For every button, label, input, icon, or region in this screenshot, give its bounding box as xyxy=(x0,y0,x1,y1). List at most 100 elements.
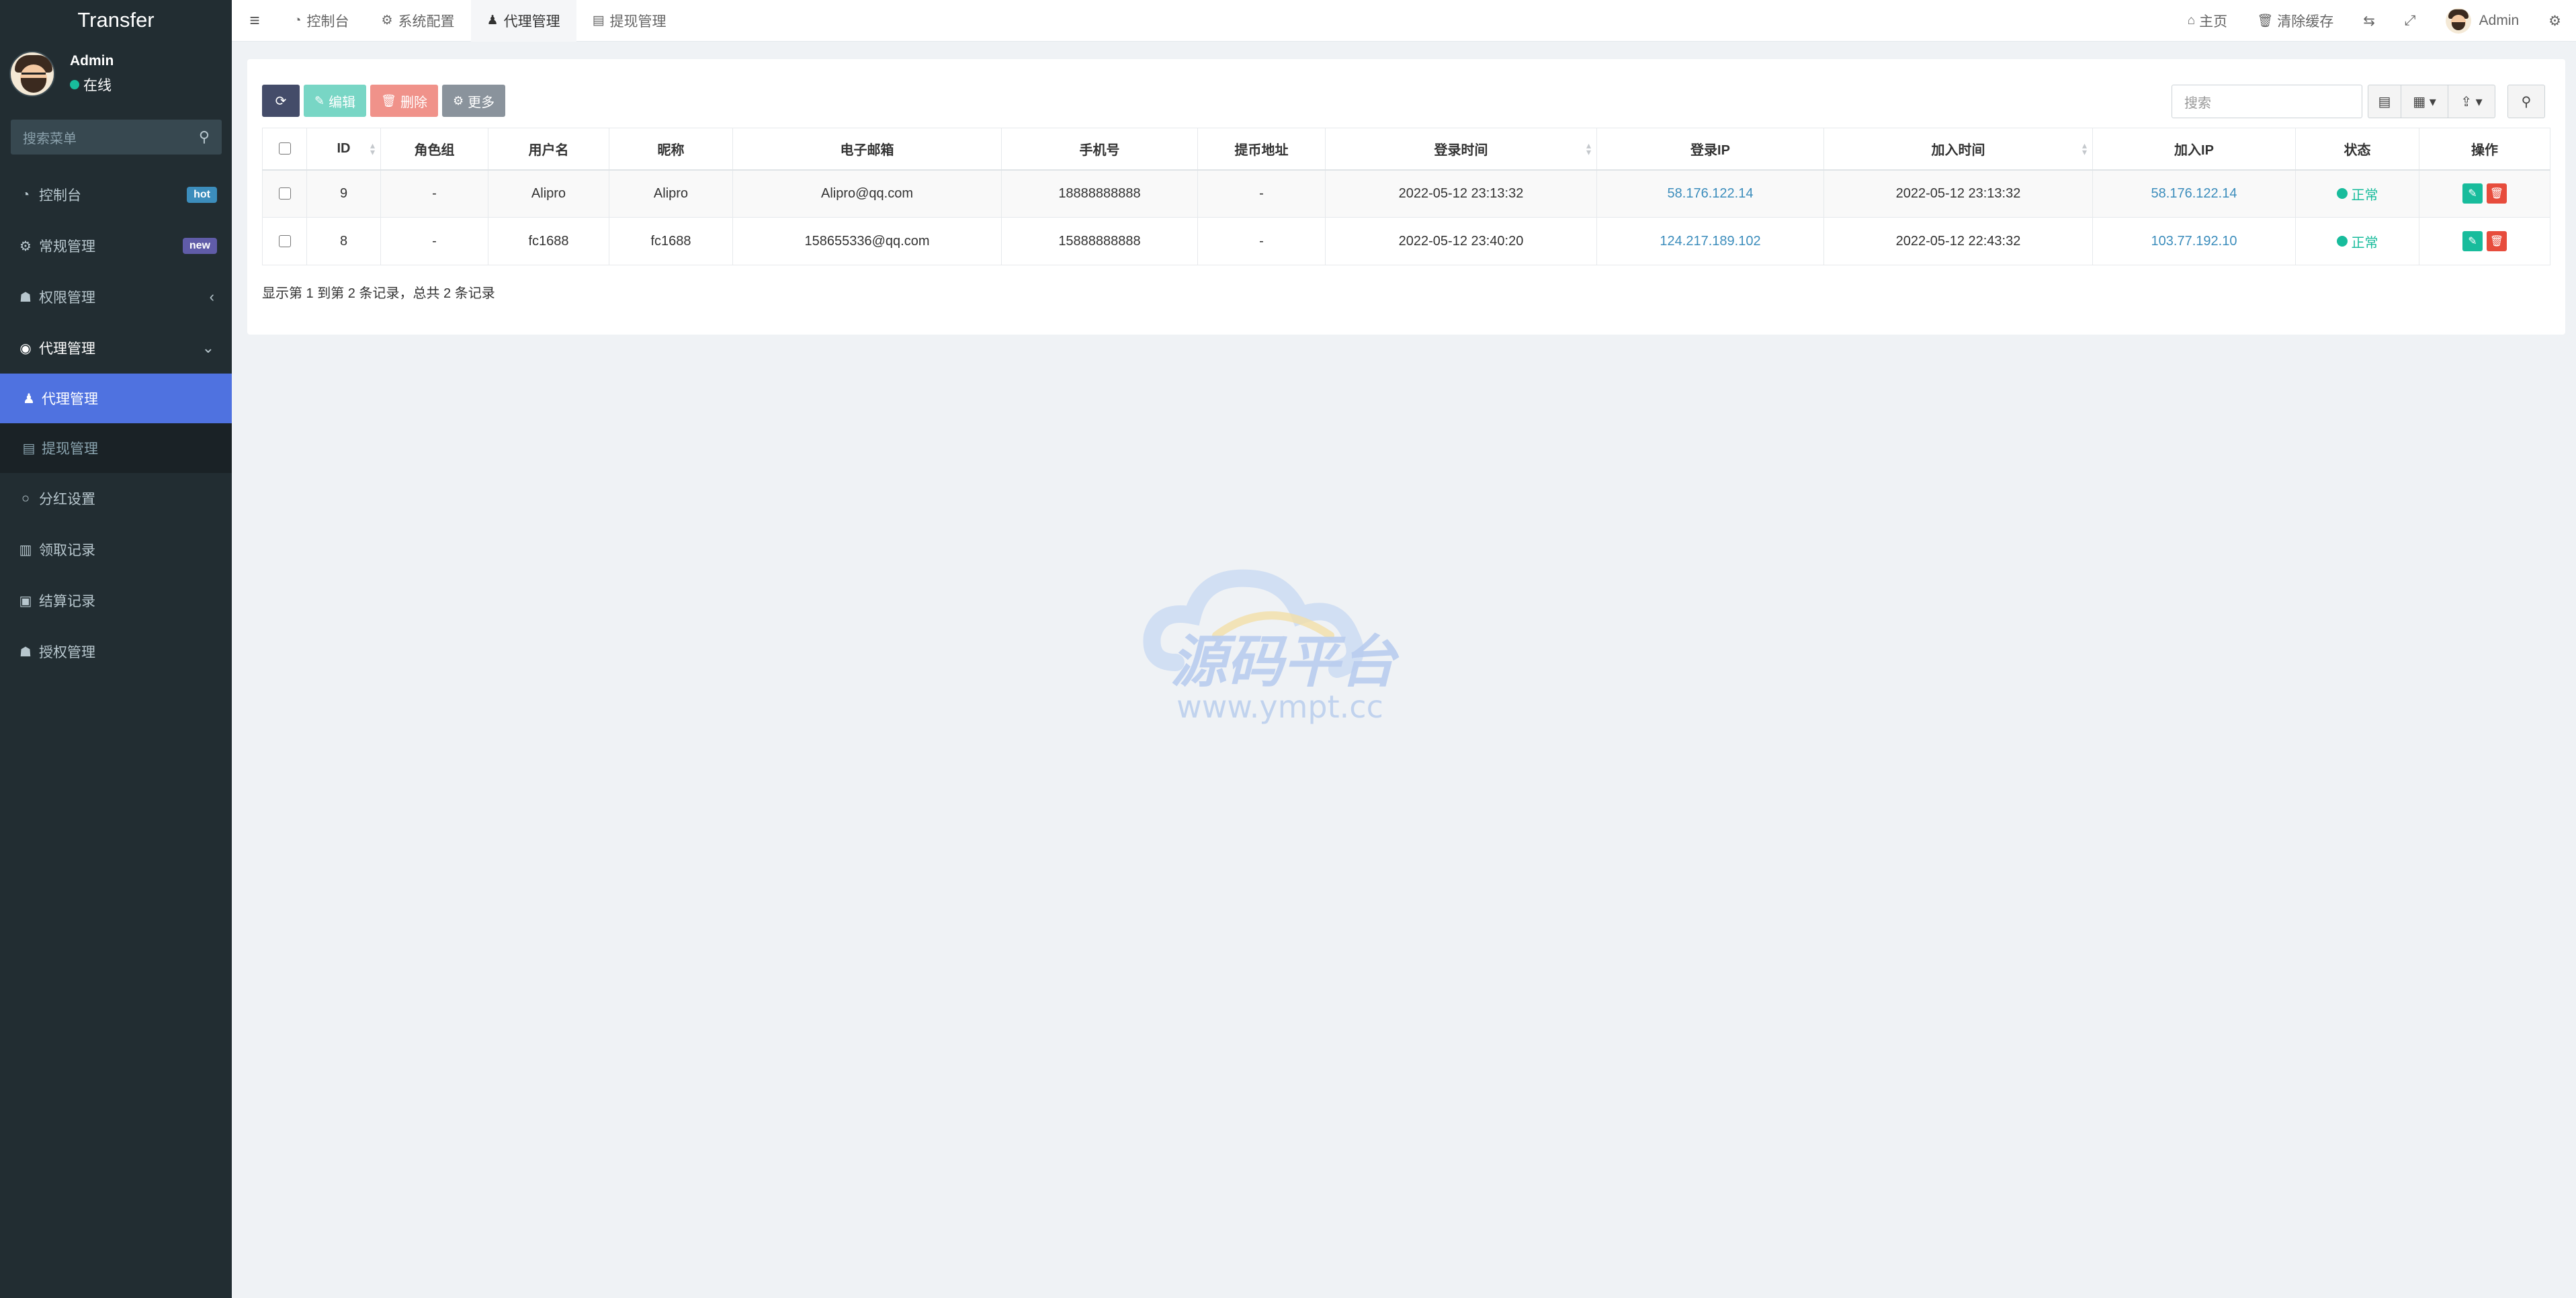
settings-button[interactable]: ⚙ xyxy=(2534,13,2576,30)
columns-button[interactable]: ▦ ▾ xyxy=(2401,85,2448,118)
gear-icon: ⚙ xyxy=(452,93,464,107)
cogs-icon: ⚙ xyxy=(2548,13,2561,29)
row-checkbox[interactable] xyxy=(278,187,291,200)
cell-actions: ✎ 🗑 xyxy=(2419,169,2550,218)
select-all-checkbox[interactable] xyxy=(278,142,291,155)
row-select-cell[interactable] xyxy=(262,217,307,265)
status-label: 正常 xyxy=(2351,187,2378,203)
select-all-cell[interactable] xyxy=(262,128,307,171)
app-logo[interactable]: Transfer xyxy=(0,0,232,40)
tab-agent[interactable]: ♟ 代理管理 xyxy=(470,0,576,42)
hot-badge: hot xyxy=(187,187,217,203)
sidebar: Transfer Admin 在线 搜索菜单 ⚲ ◔ 控制台 hot ⚙ 常规管… xyxy=(0,0,232,1298)
sidebar-item-agent-manage[interactable]: ♟ 代理管理 xyxy=(0,374,232,423)
chevron-left-icon: ‹ xyxy=(209,288,214,305)
row-delete-button[interactable]: 🗑 xyxy=(2487,183,2507,204)
sidebar-item-general[interactable]: ⚙ 常规管理 new xyxy=(0,220,232,271)
tab-label: 代理管理 xyxy=(503,13,560,30)
table-search-input[interactable]: 搜索 xyxy=(2172,85,2362,118)
sidebar-item-withdraw[interactable]: ▤ 提现管理 xyxy=(0,423,232,473)
cell-login-ip[interactable]: 58.176.122.14 xyxy=(1596,169,1824,218)
table-view-controls: ▤ ▦ ▾ ⇪ ▾ xyxy=(2368,85,2495,118)
home-link[interactable]: ⌂ 主页 xyxy=(2173,11,2242,31)
cell-username: Alipro xyxy=(488,169,609,218)
sidebar-item-label: 常规管理 xyxy=(39,239,95,255)
tab-config[interactable]: ⚙ 系统配置 xyxy=(365,0,470,42)
agent-submenu: ♟ 代理管理 ▤ 提现管理 xyxy=(0,374,232,473)
row-edit-button[interactable]: ✎ xyxy=(2462,231,2483,251)
cell-login-ip[interactable]: 124.217.189.102 xyxy=(1596,217,1824,265)
watermark-name: 源码平台 xyxy=(1170,629,1400,695)
col-email: 电子邮箱 xyxy=(732,128,1002,171)
cell-address: - xyxy=(1197,169,1326,218)
money-icon: ▣ xyxy=(19,593,32,609)
money-icon: ▤ xyxy=(592,13,605,28)
col-mobile: 手机号 xyxy=(1001,128,1198,171)
user-status-label: 在线 xyxy=(83,78,112,93)
sidebar-item-settlement[interactable]: ▣ 结算记录 xyxy=(0,575,232,626)
tab-dashboard[interactable]: ◔ 控制台 xyxy=(277,0,365,42)
sidebar-item-license[interactable]: ☗ 授权管理 xyxy=(0,626,232,677)
col-join-ip: 加入IP xyxy=(2092,128,2296,171)
cogs-icon: ⚙ xyxy=(19,239,32,254)
cell-join-ip[interactable]: 103.77.192.10 xyxy=(2092,217,2296,265)
sidebar-item-dashboard[interactable]: ◔ 控制台 hot xyxy=(0,169,232,220)
trash-icon: 🗑 xyxy=(381,93,396,107)
table-row: 9 - Alipro Alipro Alipro@qq.com 18888888… xyxy=(262,169,2550,218)
row-select-cell[interactable] xyxy=(262,169,307,218)
language-button[interactable]: ⇆ xyxy=(2348,13,2390,30)
col-join-time[interactable]: 加入时间 ▴ ▾ xyxy=(1823,128,2093,171)
new-badge: new xyxy=(182,238,217,254)
user-menu[interactable]: Admin xyxy=(2431,8,2534,34)
row-delete-button[interactable]: 🗑 xyxy=(2487,231,2507,251)
delete-button[interactable]: 🗑 删除 xyxy=(370,85,438,117)
toggle-view-button[interactable]: ▤ xyxy=(2368,85,2401,118)
clear-cache-button[interactable]: 🗑 清除缓存 xyxy=(2242,11,2348,31)
search-button[interactable]: ⚲ xyxy=(2507,85,2545,118)
cell-id: 8 xyxy=(306,217,381,265)
refresh-icon: ⟳ xyxy=(275,93,287,109)
sort-icon: ▴ ▾ xyxy=(370,140,375,157)
search-icon[interactable]: ⚲ xyxy=(199,128,210,146)
row-edit-button[interactable]: ✎ xyxy=(2462,183,2483,204)
cell-nickname: fc1688 xyxy=(609,217,733,265)
menu-toggle-icon[interactable]: ≡ xyxy=(232,10,277,31)
cell-email: 158655336@qq.com xyxy=(732,217,1002,265)
sidebar-item-label: 控制台 xyxy=(39,188,81,204)
refresh-button[interactable]: ⟳ xyxy=(262,85,300,117)
user-name: Admin xyxy=(70,53,114,69)
pagination-summary: 显示第 1 到第 2 条记录，总共 2 条记录 xyxy=(262,286,495,301)
cell-status: 正常 xyxy=(2295,169,2419,218)
status-dot-icon xyxy=(2336,236,2348,247)
sidebar-item-auth[interactable]: ☗ 权限管理 ‹ xyxy=(0,271,232,322)
col-nickname: 昵称 xyxy=(609,128,733,171)
more-button[interactable]: ⚙ 更多 xyxy=(441,85,506,117)
top-navbar: ≡ ◔ 控制台 ⚙ 系统配置 ♟ 代理管理 ▤ 提现管理 ⌂ 主页 🗑 清除缓存… xyxy=(232,0,2576,42)
search-icon: ⚲ xyxy=(2521,94,2532,110)
cell-join-ip[interactable]: 58.176.122.14 xyxy=(2092,169,2296,218)
pencil-icon: ✎ xyxy=(314,93,325,107)
sidebar-item-label: 领取记录 xyxy=(39,543,95,558)
fullscreen-button[interactable]: ⤢ xyxy=(2390,13,2431,29)
row-checkbox[interactable] xyxy=(278,235,291,248)
cell-actions: ✎ 🗑 xyxy=(2419,217,2550,265)
table-search-placeholder: 搜索 xyxy=(2184,95,2211,111)
tab-label: 提现管理 xyxy=(609,13,667,30)
sidebar-item-dividend[interactable]: ○ 分红设置 xyxy=(0,473,232,524)
sidebar-item-claims[interactable]: ▥ 领取记录 xyxy=(0,524,232,575)
money-icon: ▤ xyxy=(22,441,36,456)
tab-withdraw[interactable]: ▤ 提现管理 xyxy=(576,0,683,42)
dashboard-icon: ◔ xyxy=(294,13,302,28)
edit-button[interactable]: ✎ 编辑 xyxy=(304,85,367,117)
col-id[interactable]: ID ▴ ▾ xyxy=(306,128,381,171)
sidebar-item-agent[interactable]: ◉ 代理管理 ⌄ xyxy=(0,322,232,374)
cell-nickname: Alipro xyxy=(609,169,733,218)
user-panel: Admin 在线 xyxy=(9,51,114,97)
language-icon: ⇆ xyxy=(2363,13,2375,29)
cell-username: fc1688 xyxy=(488,217,609,265)
home-label: 主页 xyxy=(2199,14,2228,30)
col-login-time[interactable]: 登录时间 ▴ ▾ xyxy=(1325,128,1597,171)
export-button[interactable]: ⇪ ▾ xyxy=(2448,85,2495,118)
menu-search-input[interactable]: 搜索菜单 ⚲ xyxy=(11,120,222,155)
sidebar-item-label: 权限管理 xyxy=(39,290,95,306)
